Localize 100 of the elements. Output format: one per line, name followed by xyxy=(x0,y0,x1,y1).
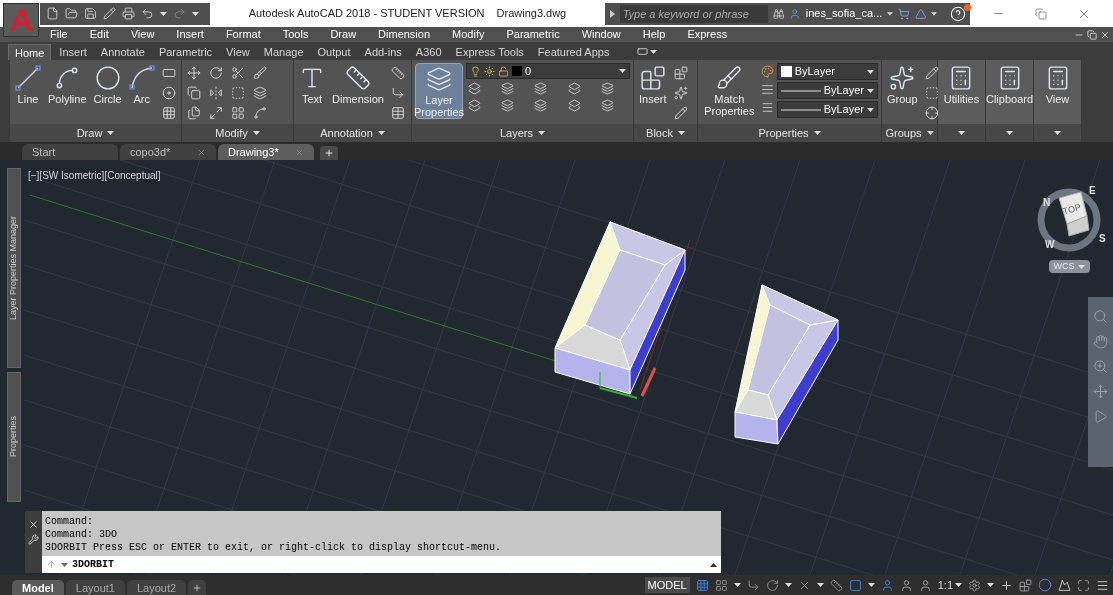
leader-icon[interactable] xyxy=(390,86,405,100)
mirror-icon[interactable] xyxy=(209,86,223,100)
property-dropdown[interactable]: ByLayer xyxy=(776,63,878,80)
application-menu-button[interactable] xyxy=(3,3,39,37)
play-icon[interactable] xyxy=(1093,409,1108,424)
settings-icon[interactable] xyxy=(968,578,981,592)
copy-icon[interactable] xyxy=(187,86,201,100)
color-wheel-icon[interactable] xyxy=(760,65,774,78)
document-tab[interactable]: copo3d* xyxy=(120,144,216,160)
angle-icon[interactable] xyxy=(829,578,843,592)
rotate-icon[interactable] xyxy=(209,66,223,80)
model-space-button[interactable]: MODEL xyxy=(644,576,690,594)
menu-item[interactable]: Parametric xyxy=(506,26,560,43)
property-dropdown[interactable]: ByLayer xyxy=(776,82,878,99)
ortho-icon[interactable] xyxy=(746,578,760,592)
bulb-icon[interactable] xyxy=(470,65,481,77)
wrench-icon[interactable] xyxy=(28,534,39,545)
viewport-controls-label[interactable]: [−][SW Isometric][Conceptual] xyxy=(28,168,161,183)
ribbon-tool-button[interactable]: Dimension xyxy=(330,63,386,119)
hatch-icon[interactable] xyxy=(161,106,176,120)
panel-title-bar[interactable]: Draw xyxy=(10,124,181,142)
ribbon-tool-button[interactable]: Circle xyxy=(91,63,124,119)
select-icon[interactable] xyxy=(924,106,939,120)
block-icon[interactable] xyxy=(673,66,688,80)
ribbon-tab[interactable]: Featured Apps xyxy=(531,44,616,60)
panel-title-bar[interactable]: Groups xyxy=(882,124,937,142)
new-layout-button[interactable] xyxy=(188,580,207,595)
person-icon[interactable] xyxy=(899,578,913,592)
layer-icon[interactable] xyxy=(567,99,581,112)
mountain-icon[interactable] xyxy=(1058,578,1071,592)
panel-title-bar[interactable]: Properties xyxy=(698,124,881,142)
layer-icon[interactable] xyxy=(534,99,548,112)
layout-tab[interactable]: Model xyxy=(12,580,64,595)
restore-icon[interactable] xyxy=(1087,29,1097,40)
folder-icon[interactable] xyxy=(65,7,78,20)
palette-tab[interactable]: Properties xyxy=(7,372,21,502)
ribbon-tab[interactable]: Output xyxy=(311,44,357,60)
menu-item[interactable]: Help xyxy=(642,26,666,43)
pencil-icon[interactable] xyxy=(673,106,688,120)
ribbon-tab[interactable]: Express Tools xyxy=(449,44,530,60)
ribbon-tool-button[interactable]: Match Properties xyxy=(701,63,758,119)
menu-item[interactable]: File xyxy=(50,26,68,43)
menu-item[interactable]: Draw xyxy=(330,26,357,43)
panel-title-bar[interactable]: Block xyxy=(634,124,697,142)
menu-item[interactable]: View xyxy=(130,26,155,43)
menu-item[interactable]: Dimension xyxy=(378,26,431,43)
scissors-icon[interactable] xyxy=(231,66,245,80)
files-icon[interactable] xyxy=(187,106,201,120)
spark-icon[interactable] xyxy=(673,86,688,100)
help-icon[interactable] xyxy=(950,5,967,22)
move-icon[interactable] xyxy=(187,66,201,80)
ribbon-tool-button[interactable]: Clipboard xyxy=(983,63,1036,119)
close-icon[interactable] xyxy=(28,519,39,530)
brush-icon[interactable] xyxy=(253,66,267,80)
ribbon-tab[interactable]: Parametric xyxy=(152,44,219,60)
menu-item[interactable]: Modify xyxy=(452,26,485,43)
ribbon-tool-button[interactable]: Polyline xyxy=(46,63,89,119)
polar-icon[interactable] xyxy=(765,578,779,592)
fullscreen-icon[interactable] xyxy=(1077,578,1090,592)
menu-item[interactable]: Edit xyxy=(89,26,109,43)
panel-title-bar[interactable]: Modify xyxy=(182,124,293,142)
menu-icon[interactable] xyxy=(1096,578,1109,592)
menu-item[interactable]: Express xyxy=(687,26,728,43)
lineweight-icon[interactable] xyxy=(760,83,774,96)
panel-title-bar[interactable]: Annotation xyxy=(294,124,411,142)
save-icon[interactable] xyxy=(84,7,97,20)
layout-tab[interactable]: Layout1 xyxy=(65,580,125,595)
circle-icon[interactable] xyxy=(1038,578,1052,592)
ribbon-tab[interactable]: Add-ins xyxy=(358,44,408,60)
document-tab[interactable]: Drawing3* xyxy=(218,144,314,160)
ribbon-tab[interactable]: A360 xyxy=(409,44,448,60)
ribbon-tool-button[interactable]: Arc xyxy=(126,63,157,119)
panel-title-bar[interactable]: Layers xyxy=(412,124,633,142)
square-icon[interactable] xyxy=(231,86,245,100)
ribbon-tab[interactable]: View xyxy=(220,44,256,60)
layer-icon[interactable] xyxy=(600,82,614,95)
annotation-scale-button[interactable]: 1:1 xyxy=(937,576,962,594)
dimension-icon[interactable] xyxy=(390,66,405,80)
ribbon-tab[interactable]: Home xyxy=(8,44,52,60)
cart-icon[interactable] xyxy=(898,6,910,21)
pencil-icon[interactable] xyxy=(924,66,939,80)
layer-icon[interactable] xyxy=(468,82,481,95)
layer-icon[interactable] xyxy=(501,82,515,95)
print-icon[interactable] xyxy=(122,7,135,20)
binoculars-icon[interactable] xyxy=(772,6,785,21)
hand-icon[interactable] xyxy=(1093,334,1108,349)
close-icon[interactable] xyxy=(1100,29,1110,40)
restore-icon[interactable] xyxy=(1035,7,1047,20)
snap-icon[interactable] xyxy=(714,578,728,592)
menu-item[interactable]: Window xyxy=(581,26,621,43)
ribbon-tool-button[interactable]: Line xyxy=(13,63,43,119)
triangle-icon[interactable] xyxy=(914,6,927,21)
table-icon[interactable] xyxy=(390,106,405,120)
ribbon-tool-button[interactable]: Layer Properties xyxy=(415,63,463,119)
layer-icon[interactable] xyxy=(501,99,515,112)
grid-icon[interactable] xyxy=(695,578,709,592)
layer-icon[interactable] xyxy=(567,82,581,95)
palette-tab[interactable]: Layer Properties Manager xyxy=(7,168,21,368)
layer-icon[interactable] xyxy=(600,99,614,112)
square-icon[interactable] xyxy=(848,578,862,592)
